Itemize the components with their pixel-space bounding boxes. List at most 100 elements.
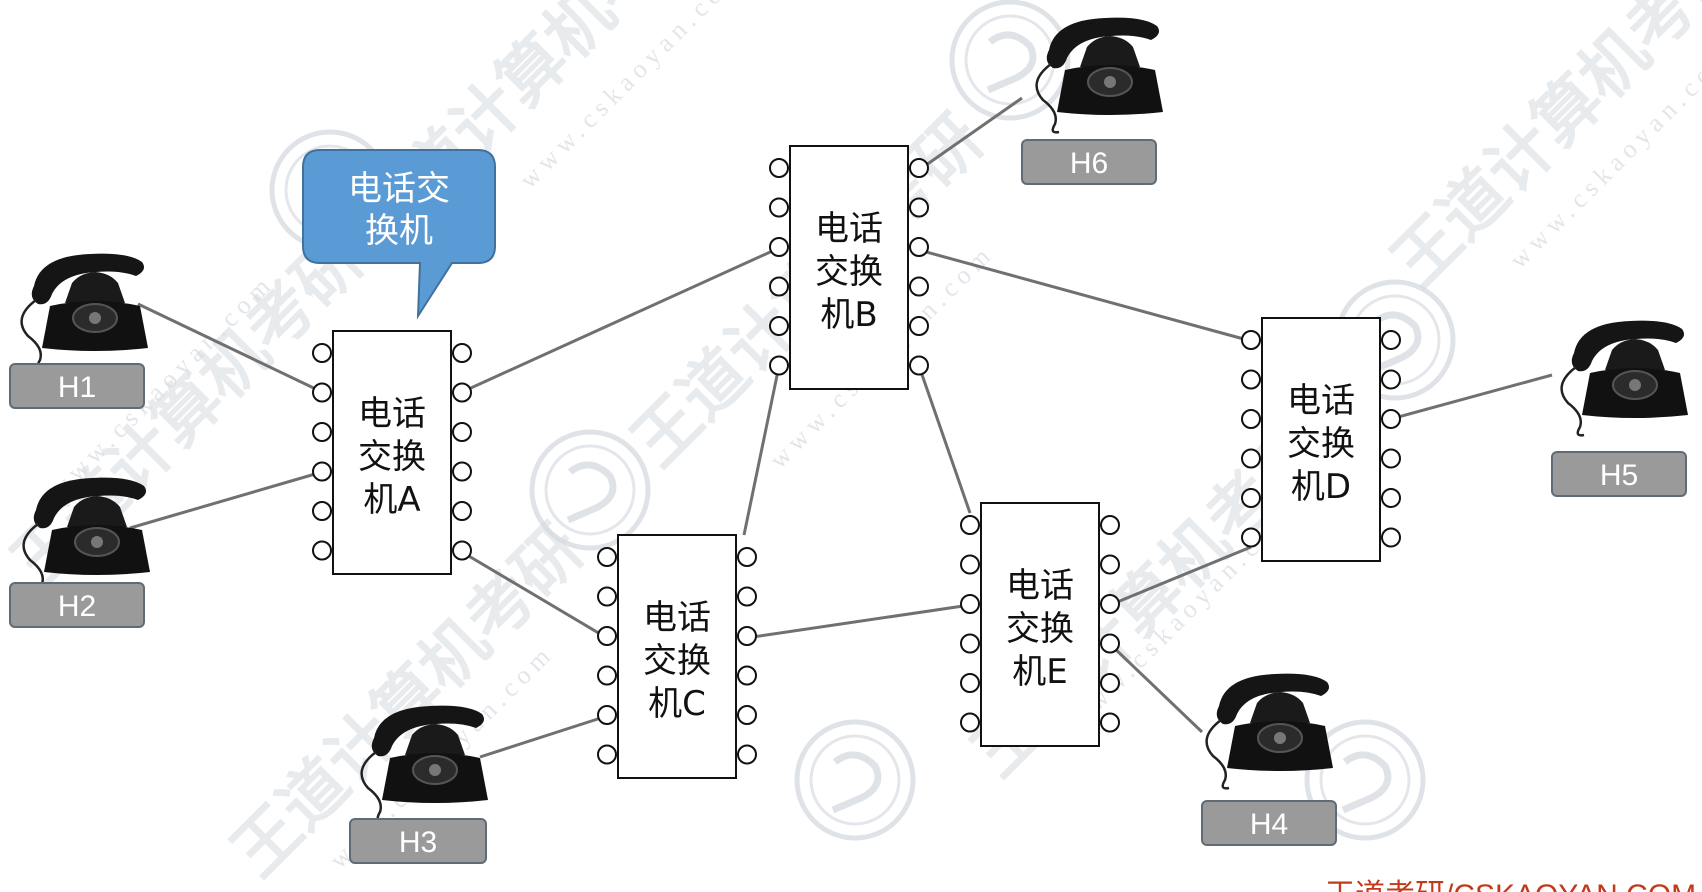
telephone-icon [1560, 319, 1690, 437]
switch-c: 电话交换机C [597, 534, 757, 779]
port-left [312, 343, 332, 363]
port-right [1381, 448, 1401, 469]
port-right [909, 316, 929, 336]
switch-label-line: 交换 [1006, 609, 1074, 649]
link-c-e [745, 603, 971, 640]
switch-d: 电话交换机D [1241, 317, 1401, 562]
switch-label-line: 机C [648, 684, 706, 724]
port-right [737, 665, 757, 686]
port-left [769, 197, 789, 218]
port-left [1241, 369, 1261, 390]
switch-label-line: 机D [1291, 467, 1351, 507]
link-b-d [918, 248, 1252, 343]
switch-label-line: 电话 [815, 209, 883, 249]
port-left [769, 158, 789, 178]
host-label: H5 [1600, 459, 1638, 492]
port-left [312, 422, 332, 442]
port-left [312, 501, 332, 521]
port-left [597, 705, 617, 725]
port-right [737, 547, 757, 567]
port-left [960, 594, 980, 614]
network-diagram: 王道计算机考研 王道计算机考研 王道计算机考研 王道计算机考研 王道计算机考研 … [0, 0, 1702, 892]
switch-a: 电话交换机A [312, 330, 472, 575]
host-label: H2 [58, 590, 96, 623]
port-right [1100, 594, 1120, 614]
switch-label-line: 电话 [1006, 566, 1074, 606]
port-right [737, 705, 757, 725]
port-left [960, 554, 980, 575]
port-right [1381, 527, 1401, 548]
port-right [1100, 712, 1120, 733]
host-label: H1 [58, 371, 96, 404]
callout-line-2: 换机 [365, 211, 433, 251]
port-right [1381, 409, 1401, 429]
port-left [312, 382, 332, 403]
port-left [769, 355, 789, 376]
telephone-icon [1035, 16, 1165, 134]
telephone-icon [1205, 672, 1335, 790]
port-right [737, 626, 757, 646]
port-left [769, 316, 789, 336]
port-right [452, 422, 472, 442]
port-left [1241, 448, 1261, 469]
port-left [960, 515, 980, 535]
port-right [1381, 330, 1401, 350]
port-left [960, 633, 980, 654]
port-left [1241, 527, 1261, 548]
port-right [452, 501, 472, 521]
watermark-layer: 王道计算机考研 王道计算机考研 王道计算机考研 王道计算机考研 王道计算机考研 … [0, 0, 1702, 891]
port-left [312, 461, 332, 482]
port-right [452, 343, 472, 363]
switch-label-line: 交换 [643, 641, 711, 681]
switch-e: 电话交换机E [960, 502, 1120, 747]
port-left [960, 712, 980, 733]
host-label: H3 [399, 826, 437, 859]
switch-label-line: 交换 [358, 437, 426, 477]
host-h6: H6 [1021, 16, 1165, 185]
switch-label-line: 交换 [815, 252, 883, 292]
port-left [1241, 330, 1261, 350]
switch-label-line: 机B [820, 295, 877, 335]
port-left [1241, 488, 1261, 508]
port-left [769, 237, 789, 257]
switch-label-line: 电话 [358, 394, 426, 434]
switch-b: 电话交换机B [769, 145, 929, 390]
port-right [909, 276, 929, 297]
port-left [597, 744, 617, 765]
host-label: H6 [1070, 147, 1108, 180]
host-label: H4 [1250, 808, 1288, 841]
switch-label-line: 机E [1012, 652, 1067, 692]
host-h4: H4 [1201, 672, 1337, 846]
link-b-e [917, 365, 972, 514]
port-right [452, 540, 472, 561]
telephone-icon [20, 252, 150, 370]
port-right [909, 237, 929, 257]
link-c-h3 [479, 714, 608, 759]
port-right [909, 355, 929, 376]
port-right [1100, 633, 1120, 654]
switch-label-line: 机A [363, 480, 420, 520]
port-right [737, 586, 757, 607]
port-left [597, 547, 617, 567]
port-left [1241, 409, 1261, 429]
port-left [312, 540, 332, 561]
port-right [1100, 554, 1120, 575]
port-right [909, 158, 929, 178]
switch-label-line: 电话 [1287, 381, 1355, 421]
switch-label-line: 交换 [1287, 424, 1355, 464]
port-left [769, 276, 789, 297]
port-right [1381, 369, 1401, 390]
host-h1: H1 [9, 252, 150, 409]
callout-line-1: 电话交 [348, 169, 450, 209]
port-right [452, 461, 472, 482]
port-right [452, 382, 472, 403]
footer-text: 王道考研/CSKAOYAN.COM [1325, 879, 1696, 892]
port-right [1381, 488, 1401, 508]
port-right [1100, 673, 1120, 693]
port-left [597, 626, 617, 646]
switch-label-line: 电话 [643, 598, 711, 638]
port-right [737, 744, 757, 765]
port-left [597, 665, 617, 686]
host-h5: H5 [1551, 319, 1690, 497]
port-right [1100, 515, 1120, 535]
